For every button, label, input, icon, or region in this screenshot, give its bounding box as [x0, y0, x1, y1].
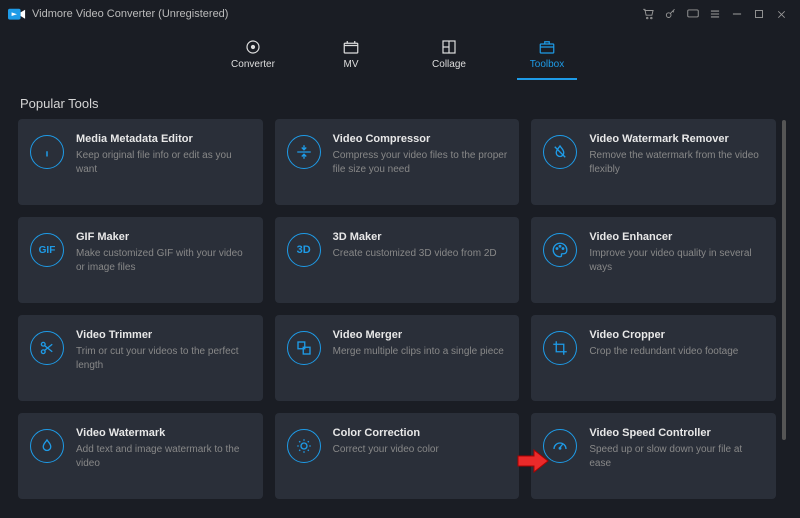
- tool-video-merger[interactable]: Video Merger Merge multiple clips into a …: [275, 315, 520, 401]
- close-button[interactable]: [770, 3, 792, 25]
- feedback-icon[interactable]: [682, 3, 704, 25]
- 3d-icon: 3D: [287, 233, 321, 267]
- tab-label: Toolbox: [530, 59, 564, 70]
- tool-desc: Correct your video color: [333, 443, 508, 457]
- tool-video-speed-controller[interactable]: Video Speed Controller Speed up or slow d…: [531, 413, 776, 499]
- tool-desc: Create customized 3D video from 2D: [333, 247, 508, 261]
- palette-icon: [543, 233, 577, 267]
- tool-video-watermark[interactable]: Video Watermark Add text and image waterm…: [18, 413, 263, 499]
- crop-icon: [543, 331, 577, 365]
- tool-title: Media Metadata Editor: [76, 133, 251, 145]
- tab-toolbox[interactable]: Toolbox: [517, 32, 577, 80]
- tool-desc: Add text and image watermark to the vide…: [76, 443, 251, 470]
- tab-label: MV: [344, 59, 359, 70]
- minimize-button[interactable]: [726, 3, 748, 25]
- app-logo-icon: [8, 7, 26, 21]
- tool-video-enhancer[interactable]: Video Enhancer Improve your video quality…: [531, 217, 776, 303]
- tool-title: 3D Maker: [333, 231, 508, 243]
- collage-icon: [440, 38, 458, 56]
- tool-title: Video Speed Controller: [589, 427, 764, 439]
- converter-icon: [244, 38, 262, 56]
- tabbar: Converter MV Collage Toolbox: [0, 28, 800, 84]
- tool-desc: Speed up or slow down your file at ease: [589, 443, 764, 470]
- tool-color-correction[interactable]: Color Correction Correct your video color: [275, 413, 520, 499]
- tool-desc: Keep original file info or edit as you w…: [76, 149, 251, 176]
- tab-collage[interactable]: Collage: [419, 32, 479, 80]
- merge-icon: [287, 331, 321, 365]
- watermark-remove-icon: [543, 135, 577, 169]
- mv-icon: [342, 38, 360, 56]
- toolbox-icon: [538, 38, 556, 56]
- tool-video-watermark-remover[interactable]: Video Watermark Remover Remove the waterm…: [531, 119, 776, 205]
- gif-icon: GIF: [30, 233, 64, 267]
- scissors-icon: [30, 331, 64, 365]
- menu-icon[interactable]: [704, 3, 726, 25]
- tool-video-cropper[interactable]: Video Cropper Crop the redundant video fo…: [531, 315, 776, 401]
- tool-desc: Compress your video files to the proper …: [333, 149, 508, 176]
- section-title: Popular Tools: [0, 84, 800, 119]
- titlebar: Vidmore Video Converter (Unregistered): [0, 0, 800, 28]
- tool-desc: Merge multiple clips into a single piece: [333, 345, 508, 359]
- droplet-icon: [30, 429, 64, 463]
- annotation-arrow-icon: [516, 448, 550, 474]
- tool-desc: Crop the redundant video footage: [589, 345, 764, 359]
- tab-mv[interactable]: MV: [321, 32, 381, 80]
- scrollbar[interactable]: [782, 120, 786, 440]
- tool-title: Video Watermark Remover: [589, 133, 764, 145]
- tab-label: Collage: [432, 59, 466, 70]
- tool-title: Video Enhancer: [589, 231, 764, 243]
- tool-title: GIF Maker: [76, 231, 251, 243]
- tools-grid: Media Metadata Editor Keep original file …: [18, 119, 776, 499]
- cart-icon[interactable]: [638, 3, 660, 25]
- tool-desc: Make customized GIF with your video or i…: [76, 247, 251, 274]
- tool-title: Video Watermark: [76, 427, 251, 439]
- tool-3d-maker[interactable]: 3D 3D Maker Create customized 3D video fr…: [275, 217, 520, 303]
- tool-title: Color Correction: [333, 427, 508, 439]
- tool-title: Video Cropper: [589, 329, 764, 341]
- tool-desc: Improve your video quality in several wa…: [589, 247, 764, 274]
- tool-title: Video Compressor: [333, 133, 508, 145]
- info-icon: [30, 135, 64, 169]
- tool-desc: Trim or cut your videos to the perfect l…: [76, 345, 251, 372]
- tool-title: Video Merger: [333, 329, 508, 341]
- tab-converter[interactable]: Converter: [223, 32, 283, 80]
- maximize-button[interactable]: [748, 3, 770, 25]
- tool-media-metadata-editor[interactable]: Media Metadata Editor Keep original file …: [18, 119, 263, 205]
- key-icon[interactable]: [660, 3, 682, 25]
- tool-video-trimmer[interactable]: Video Trimmer Trim or cut your videos to …: [18, 315, 263, 401]
- tool-title: Video Trimmer: [76, 329, 251, 341]
- compress-icon: [287, 135, 321, 169]
- tool-video-compressor[interactable]: Video Compressor Compress your video file…: [275, 119, 520, 205]
- tool-gif-maker[interactable]: GIF GIF Maker Make customized GIF with yo…: [18, 217, 263, 303]
- tab-label: Converter: [231, 59, 275, 70]
- app-title: Vidmore Video Converter (Unregistered): [32, 8, 228, 20]
- tool-desc: Remove the watermark from the video flex…: [589, 149, 764, 176]
- sun-icon: [287, 429, 321, 463]
